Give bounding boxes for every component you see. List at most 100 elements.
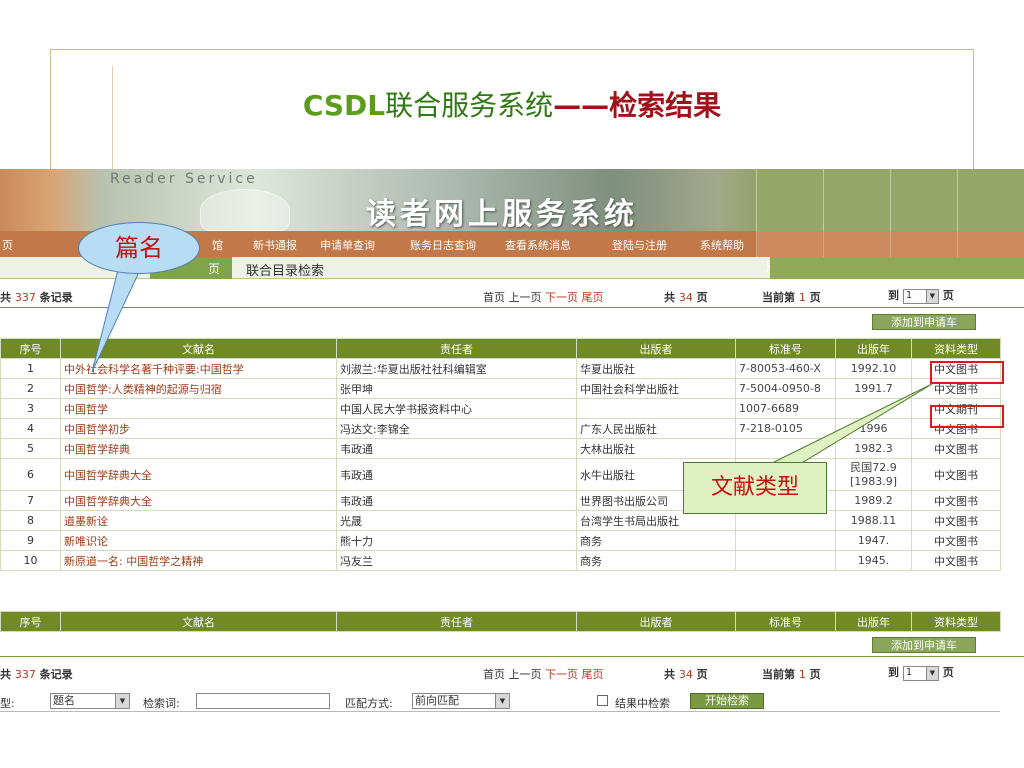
table-row: 6 中国哲学辞典大全 韦政通 水牛出版社 民国72.9 [1983.9] 中文图… — [0, 458, 1001, 491]
first-page-link[interactable]: 首页 — [483, 668, 505, 681]
goto-page-select[interactable]: 1 ▼ — [902, 288, 939, 304]
cell-author: 冯友兰 — [336, 550, 577, 571]
cart-row-top: 添加到申请车 — [0, 313, 1024, 333]
col-header-type: 资料类型 — [911, 611, 1001, 632]
first-page-link[interactable]: 首页 — [483, 291, 505, 304]
nav-item-login[interactable]: 登陆与注册 — [612, 237, 667, 253]
nav-item-home[interactable]: 页 — [2, 237, 13, 253]
cell-year: 1992.10 — [835, 358, 912, 379]
keyword-label: 检索词: — [143, 697, 180, 710]
cell-isbn: 7-80053-460-X — [735, 358, 836, 379]
goto-page-select[interactable]: 1 ▼ — [902, 665, 939, 681]
nav-item-help[interactable]: 系统帮助 — [700, 237, 744, 253]
col-header-author[interactable]: 责任者 — [336, 611, 577, 632]
start-search-button[interactable]: 开始检索 — [690, 693, 764, 709]
callout-doc-type: 文献类型 — [683, 462, 827, 514]
subnav-right: } — [764, 257, 1024, 279]
slide-frame-top — [50, 49, 974, 50]
chevron-down-icon: ▼ — [925, 666, 938, 680]
next-page-link[interactable]: 下一页 — [545, 668, 578, 681]
next-page-link[interactable]: 下一页 — [545, 291, 578, 304]
cell-year: 1947. — [835, 530, 912, 551]
nav-item-account-log[interactable]: 账务日志查询 — [410, 237, 476, 253]
slide-title-part2: 联合服务系统 — [385, 89, 554, 122]
page-links: 首页 上一页 下一页 尾页 — [483, 289, 604, 305]
cell-type: 中文图书 — [911, 490, 1001, 511]
highlight-box-type-book — [930, 361, 1004, 384]
search-type-select[interactable]: 题名 ▼ — [50, 693, 130, 709]
match-mode-label: 匹配方式: — [345, 697, 393, 710]
cell-title-link[interactable]: 中国哲学辞典大全 — [60, 458, 337, 491]
cell-title-link[interactable]: 道墨新诠 — [60, 510, 337, 531]
cell-year — [835, 398, 912, 419]
cell-title-link[interactable]: 中国哲学辞典 — [60, 438, 337, 459]
match-mode-select[interactable]: 前向匹配 ▼ — [412, 693, 510, 709]
col-header-type: 资料类型 — [911, 338, 1001, 359]
col-header-publisher[interactable]: 出版者 — [576, 611, 736, 632]
cell-title-link[interactable]: 中国哲学 — [60, 398, 337, 419]
cart-row-bottom: 添加到申请车 — [0, 636, 1024, 656]
pager-bottom: 共 337 条记录 首页 上一页 下一页 尾页 共 34 页 当前第 1 页 到… — [0, 662, 1024, 684]
banner-glass-image — [200, 189, 290, 231]
cell-title-link[interactable]: 中国哲学辞典大全 — [60, 490, 337, 511]
cell-title-link[interactable]: 中国哲学:人类精神的起源与归宿 — [60, 378, 337, 399]
cell-author: 刘淑兰:华夏出版社社科编辑室 — [336, 358, 577, 379]
cell-title-link[interactable]: 中外社会科学名著千种评要:中国哲学 — [60, 358, 337, 379]
record-count: 共 337 条记录 — [0, 668, 73, 681]
cell-title-link[interactable]: 中国哲学初步 — [60, 418, 337, 439]
cell-publisher: 商务 — [576, 550, 736, 571]
search-bar-rule — [0, 711, 1000, 712]
add-to-cart-button-bottom[interactable]: 添加到申请车 — [872, 637, 976, 653]
cell-year: 1982.3 — [835, 438, 912, 459]
subnav-brace: } — [764, 259, 772, 273]
prev-page-link[interactable]: 上一页 — [509, 668, 542, 681]
cell-year: 民国72.9 [1983.9] — [835, 458, 912, 491]
search-in-results-checkbox[interactable] — [597, 695, 608, 706]
last-page-link[interactable]: 尾页 — [582, 291, 604, 304]
cell-seq: 4 — [0, 418, 61, 439]
cell-seq: 5 — [0, 438, 61, 459]
nav-item-request-query[interactable]: 申请单查询 — [320, 237, 375, 253]
cell-year: 1945. — [835, 550, 912, 571]
col-header-title[interactable]: 文献名 — [60, 611, 337, 632]
highlight-box-type-journal — [930, 405, 1004, 428]
cell-seq: 10 — [0, 550, 61, 571]
slide-title-part3: ——检索结果 — [553, 89, 722, 122]
col-header-author[interactable]: 责任者 — [336, 338, 577, 359]
cell-isbn: 7-218-0105 — [735, 418, 836, 439]
cell-year: 1989.2 — [835, 490, 912, 511]
last-page-link[interactable]: 尾页 — [582, 668, 604, 681]
table-row: 8 道墨新诠 光晟 台湾学生书局出版社 1988.11 中文图书 — [0, 510, 1001, 531]
cell-seq: 7 — [0, 490, 61, 511]
page-count: 共 34 页 — [664, 291, 708, 304]
col-header-year[interactable]: 出版年 — [835, 338, 912, 359]
nav-item-messages[interactable]: 查看系统消息 — [505, 237, 571, 253]
goto-page: 到 1 ▼ 页 — [888, 288, 954, 304]
pager-top: 共 337 条记录 首页 上一页 下一页 尾页 共 34 页 当前第 1 页 到… — [0, 285, 1024, 307]
col-header-title[interactable]: 文献名 — [60, 338, 337, 359]
add-to-cart-button[interactable]: 添加到申请车 — [872, 314, 976, 330]
reader-service-logo: Reader Service — [110, 171, 258, 187]
record-count: 共 337 条记录 — [0, 291, 73, 304]
table-row: 2 中国哲学:人类精神的起源与归宿 张甲坤 中国社会科学出版社 7-5004-0… — [0, 378, 1001, 399]
cell-seq: 1 — [0, 358, 61, 379]
cell-type: 中文图书 — [911, 550, 1001, 571]
nav-item-library[interactable]: 馆 — [212, 237, 223, 253]
cell-title-link[interactable]: 新原道一名: 中国哲学之精神 — [60, 550, 337, 571]
cell-author: 韦政通 — [336, 438, 577, 459]
callout-title: 篇名 — [78, 222, 200, 274]
slide-title: CSDL联合服务系统——检索结果 — [0, 84, 1024, 124]
chevron-down-icon: ▼ — [495, 694, 509, 708]
nav-item-new-books[interactable]: 新书通报 — [253, 237, 297, 253]
footer-header-row: 序号 文献名 责任者 出版者 标准号 出版年 资料类型 — [0, 611, 1001, 632]
table-row: 1 中外社会科学名著千种评要:中国哲学 刘淑兰:华夏出版社社科编辑室 华夏出版社… — [0, 358, 1001, 379]
current-page: 当前第 1 页 — [762, 668, 821, 681]
cell-title-link[interactable]: 新唯识论 — [60, 530, 337, 551]
col-header-year[interactable]: 出版年 — [835, 611, 912, 632]
tab-union-catalog[interactable]: 联合目录检索 — [246, 260, 324, 279]
cell-author: 冯达文:李锦全 — [336, 418, 577, 439]
prev-page-link[interactable]: 上一页 — [509, 291, 542, 304]
col-header-publisher[interactable]: 出版者 — [576, 338, 736, 359]
goto-page: 到 1 ▼ 页 — [888, 665, 954, 681]
keyword-input[interactable] — [196, 693, 330, 709]
